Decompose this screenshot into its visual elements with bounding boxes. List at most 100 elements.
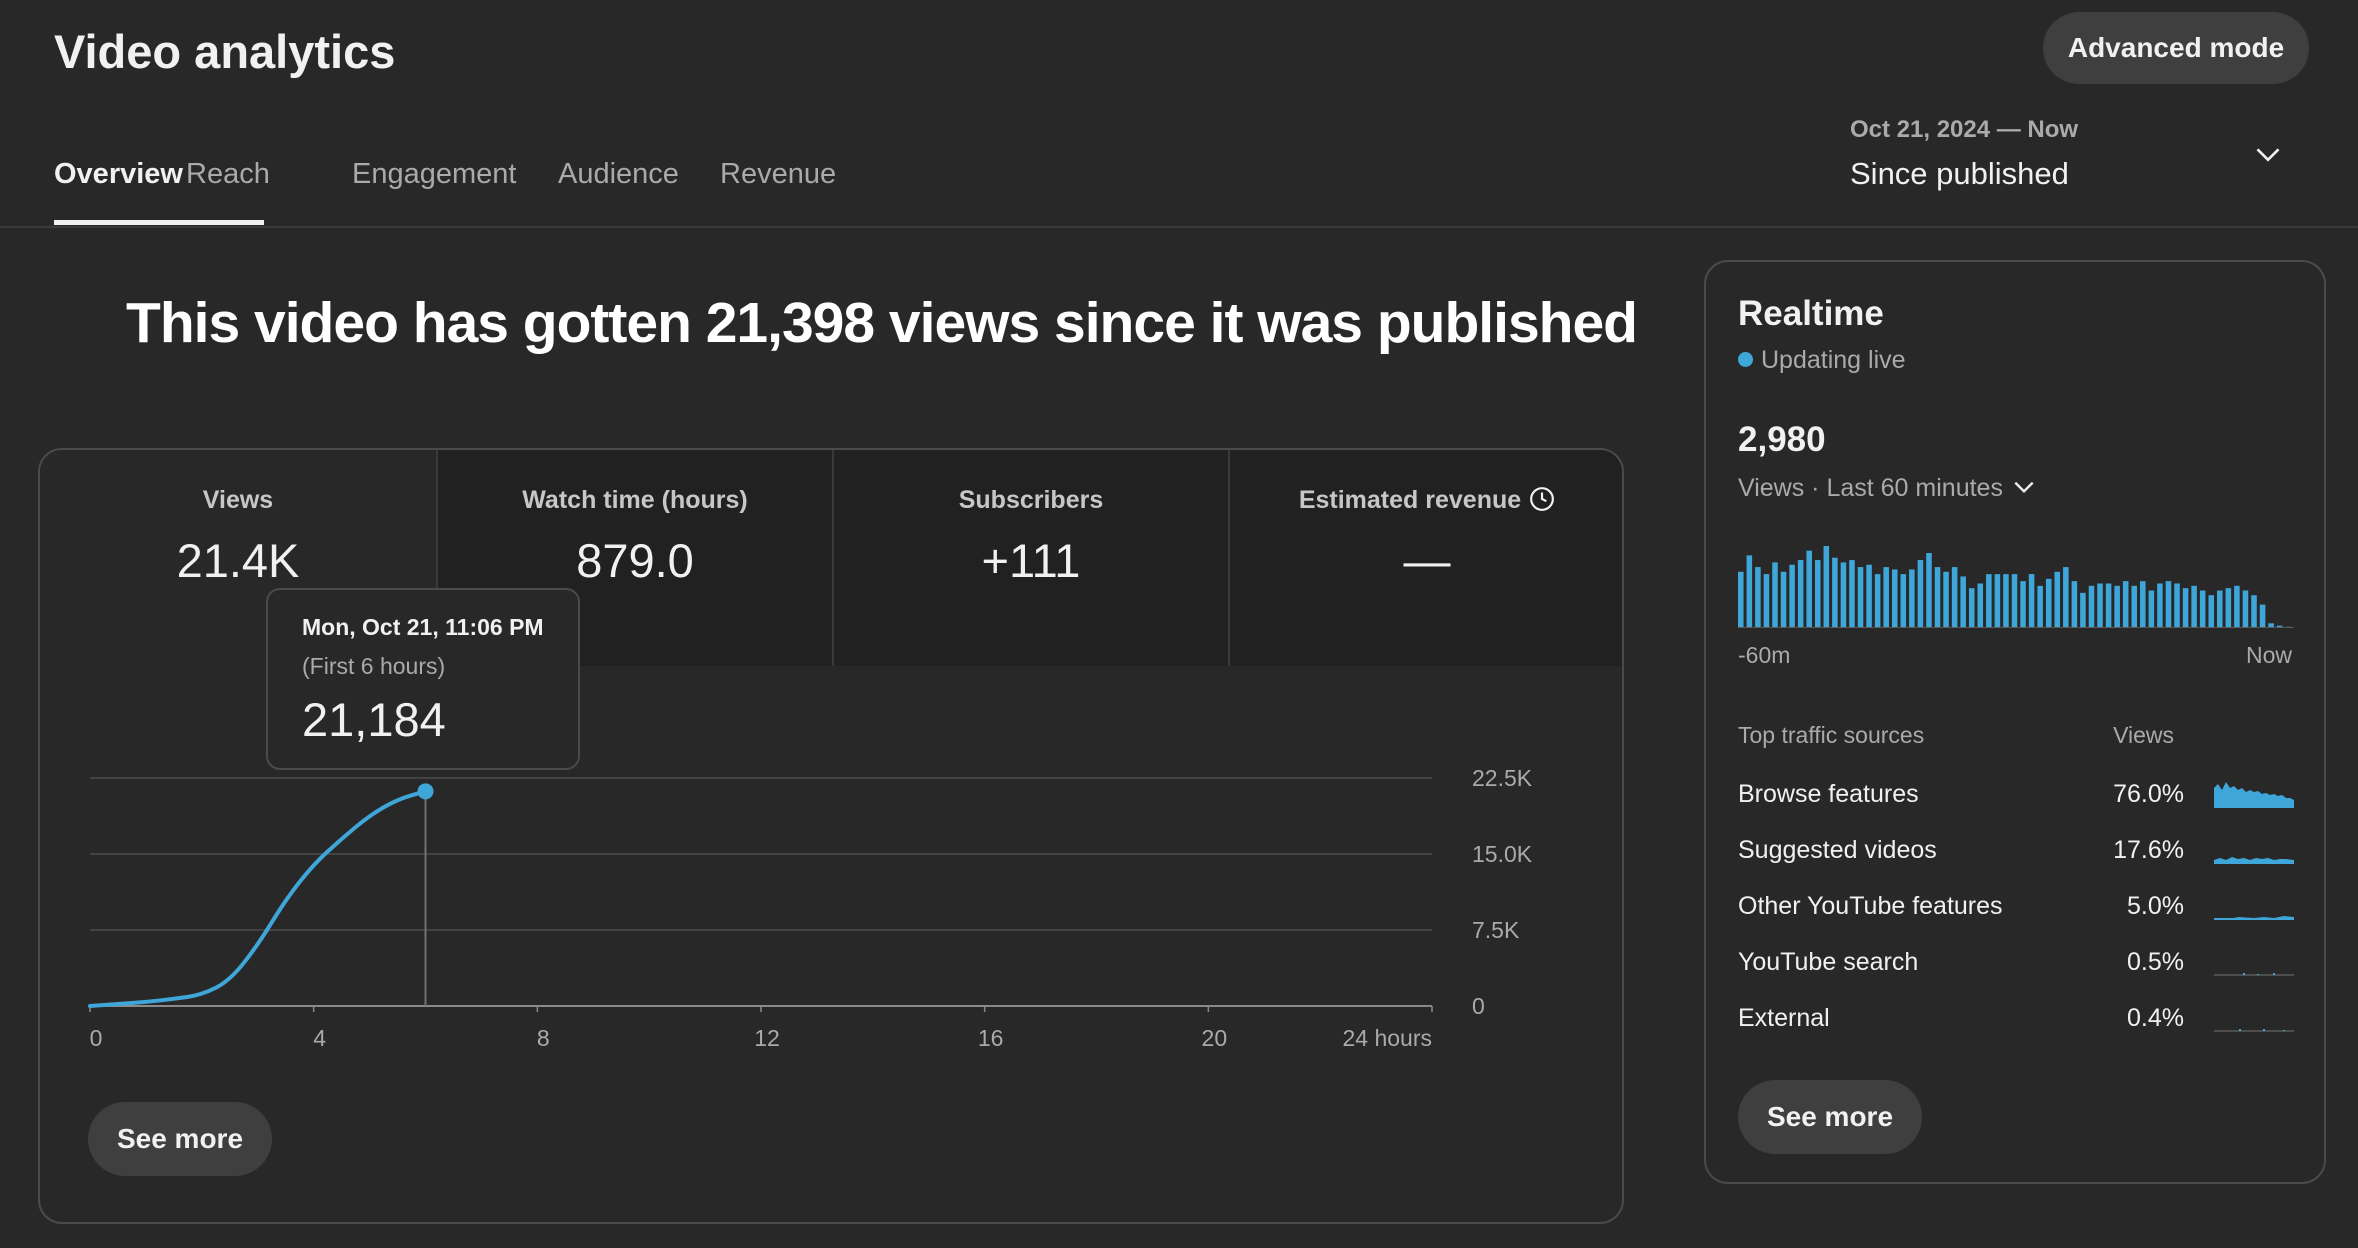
traffic-source-row: Suggested videos 17.6% [1738,836,2294,876]
realtime-bar [1960,576,1966,628]
realtime-bar [2165,581,2172,628]
x-tick-label: 20 [1202,1025,1228,1046]
realtime-bar [1951,567,1958,628]
realtime-bar [1909,569,1915,628]
sparkline [2214,1029,2294,1032]
realtime-bar [1994,574,2001,628]
realtime-bar [2148,590,2155,628]
tooltip-date: Mon, Oct 21, 11:06 PM [302,614,544,640]
date-range-label: Since published [1850,156,2069,191]
realtime-bar [2259,604,2266,628]
metric-label: Subscribers [958,486,1104,514]
realtime-bar [2199,590,2206,628]
realtime-bar [2020,581,2026,628]
x-tick-label: 24 hours [1342,1025,1432,1046]
date-range-dates: Oct 21, 2024 — Now [1850,116,2079,143]
realtime-see-more-button[interactable]: See more [1738,1080,1922,1154]
realtime-bar [1977,583,1984,628]
realtime-bar [2088,585,2095,628]
metric-subscribers[interactable]: Subscribers +111 [832,450,1228,666]
y-tick-label: 0 [1472,993,1485,1019]
realtime-bar [1874,574,1881,628]
realtime-bar [2131,585,2138,628]
metric-label: Estimated revenue [1298,486,1522,514]
traffic-source-name: Other YouTube features [1738,892,2003,920]
realtime-bar [1891,569,1898,628]
realtime-bar [1943,571,1949,628]
x-tick-label: 16 [978,1025,1004,1046]
sparkline [2214,857,2294,864]
live-label: Updating live [1761,346,1906,374]
traffic-source-name: Suggested videos [1738,836,1937,864]
x-tick-label: 8 [537,1025,550,1046]
realtime-bar [1849,560,1855,628]
realtime-bar [1968,588,1975,628]
realtime-bar [2191,585,2197,628]
traffic-source-pct: 5.0% [2127,892,2184,920]
metric-value: — [1403,534,1451,587]
metric-value: 879.0 [576,534,694,587]
x-tick-label: 0 [90,1025,103,1046]
realtime-bar [1823,546,1830,628]
realtime-bar [1866,564,1872,628]
realtime-bar [2217,590,2223,628]
tab-bar: Overview Reach Engagement Audience Reven… [54,158,920,226]
tab-revenue[interactable]: Revenue [720,158,920,226]
sparkline [2214,916,2294,920]
chart-tooltip: Mon, Oct 21, 11:06 PM (First 6 hours) 21… [266,588,580,770]
views-headline: This video has gotten 21,398 views since… [126,291,1638,355]
realtime-bar [2011,574,2018,628]
realtime-bar [1900,574,1907,628]
date-range-selector[interactable]: Oct 21, 2024 — Now Since published [1850,116,2310,196]
traffic-source-row: YouTube search 0.5% [1738,948,2294,988]
traffic-source-name: Browse features [1738,780,1919,808]
realtime-bar [2251,595,2257,628]
live-status: Updating live [1738,346,1906,375]
traffic-source-name: YouTube search [1738,948,1919,976]
realtime-bar [2003,574,2009,628]
traffic-source-row: Other YouTube features 5.0% [1738,892,2294,932]
sparkline [2214,782,2294,808]
realtime-bar [2242,590,2249,628]
x-tick-label: 4 [313,1025,326,1046]
traffic-source-pct: 76.0% [2113,780,2184,808]
realtime-bar [1934,567,1941,628]
x-tick-label: 12 [754,1025,780,1046]
realtime-bar [1840,562,1847,628]
see-more-button[interactable]: See more [88,1102,272,1176]
realtime-bar [1806,550,1812,628]
traffic-sources-header: Top traffic sources Views [1738,722,2294,749]
y-tick-label: 22.5K [1472,765,1533,791]
realtime-bar [2157,583,2163,628]
overview-card: Views 21.4K Watch time (hours) 879.0 Sub… [38,448,1624,1224]
realtime-bar [2208,595,2215,628]
realtime-bar [2037,585,2043,628]
realtime-bar [1917,560,1924,628]
tab-reach[interactable]: Reach [186,158,356,226]
realtime-bar [2054,571,2061,628]
realtime-metric-dropdown[interactable]: Views · Last 60 minutes [1738,474,2037,503]
realtime-bar [1883,567,1889,628]
realtime-bar [2182,588,2189,628]
traffic-views-header: Views [2113,722,2174,748]
realtime-bar [2063,567,2069,628]
live-dot-icon [1738,351,1753,367]
realtime-bar [1789,564,1795,628]
realtime-title: Realtime [1738,294,1884,333]
realtime-bar [1797,560,1804,628]
traffic-source-pct: 0.5% [2127,948,2184,976]
metric-estimated-revenue[interactable]: Estimated revenue — [1228,450,1622,666]
metric-value: 21.4K [176,534,300,587]
page-title: Video analytics [54,25,396,78]
realtime-card: Realtime Updating live 2,980 Views · Las… [1704,260,2326,1184]
realtime-bar [2105,583,2112,628]
y-tick-label: 7.5K [1472,917,1520,943]
advanced-mode-button[interactable]: Advanced mode [2043,12,2309,84]
realtime-metric-label: Views · Last 60 minutes [1738,474,2003,502]
metric-value: +111 [981,534,1081,587]
realtime-bar [2122,581,2129,628]
realtime-bar [2028,574,2035,628]
realtime-axis-start: -60m [1738,642,1791,668]
traffic-source-row: Browse features 76.0% [1738,780,2294,820]
clock-icon [1530,487,1555,512]
